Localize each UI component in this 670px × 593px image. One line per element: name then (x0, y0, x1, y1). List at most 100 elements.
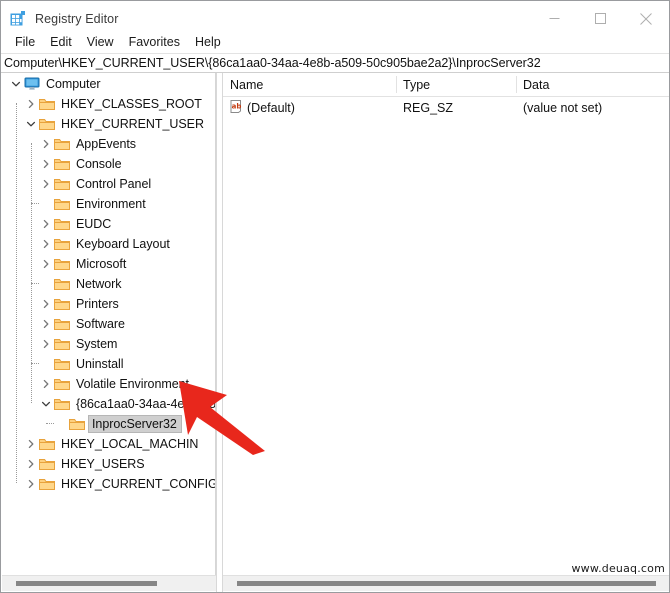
tree-connector-stub (31, 283, 39, 285)
chevron-right-icon[interactable] (38, 374, 54, 394)
column-header-type[interactable]: Type (396, 73, 516, 96)
values-scroll-thumb[interactable] (237, 581, 656, 586)
tree-item-label: InprocServer32 (88, 415, 182, 433)
table-row[interactable]: ab (Default) REG_SZ (value not set) (223, 97, 669, 118)
window-title: Registry Editor (35, 11, 119, 26)
tree-scroll-left-button[interactable] (2, 576, 14, 591)
value-name-cell[interactable]: ab (Default) (223, 97, 396, 118)
chevron-right-icon[interactable] (38, 334, 54, 354)
tree-item-label: Control Panel (76, 177, 152, 191)
chevron-down-icon[interactable] (23, 114, 39, 134)
chevron-right-icon[interactable] (23, 474, 39, 494)
tree-item-label: HKEY_CLASSES_ROOT (61, 97, 202, 111)
chevron-right-icon[interactable] (23, 454, 39, 474)
tree-item-printers[interactable]: Printers (2, 294, 215, 314)
chevron-down-icon[interactable] (8, 74, 24, 94)
tree-horizontal-scrollbar[interactable] (2, 575, 216, 591)
column-header-data[interactable]: Data (516, 73, 669, 96)
tree-item-volatile-environment[interactable]: Volatile Environment (2, 374, 215, 394)
watermark: www.deuaq.com (571, 562, 665, 575)
tree-item-hkey-users[interactable]: HKEY_USERS (2, 454, 215, 474)
tree-item-system[interactable]: System (2, 334, 215, 354)
chevron-right-icon[interactable] (23, 94, 39, 114)
chevron-right-icon[interactable] (38, 314, 54, 334)
chevron-right-icon[interactable] (38, 294, 54, 314)
tree-item-label: System (76, 337, 118, 351)
tree-item-software[interactable]: Software (2, 314, 215, 334)
tree-item-label: EUDC (76, 217, 112, 231)
chevron-right-icon[interactable] (38, 254, 54, 274)
tree-item-hkey-classes-root[interactable]: HKEY_CLASSES_ROOT (2, 94, 215, 114)
tree-item-label: Software (76, 317, 125, 331)
registry-tree: Computer HKEY_CLASSES_ROOT HKEY_CURRENT_US… (2, 73, 215, 494)
address-path: Computer\HKEY_CURRENT_USER\{86ca1aa0-34a… (4, 56, 541, 70)
tree-item-label: Network (76, 277, 122, 291)
tree-item-computer[interactable]: Computer (2, 74, 215, 94)
registry-editor-window: Registry Editor File Edit View Favorites… (0, 0, 670, 593)
value-data-cell[interactable]: (value not set) (516, 97, 669, 118)
tree-item-label: HKEY_LOCAL_MACHIN (61, 437, 199, 451)
tree-item-keyboard-layout[interactable]: Keyboard Layout (2, 234, 215, 254)
tree-connector-line (16, 103, 18, 483)
tree-item-label: Environment (76, 197, 146, 211)
tree-item-label: Microsoft (76, 257, 127, 271)
menu-item-favorites[interactable]: Favorites (122, 33, 188, 51)
tree-item-label: HKEY_CURRENT_USER (61, 117, 204, 131)
menu-bar: File Edit View Favorites Help (1, 31, 669, 53)
values-scroll-left-button[interactable] (223, 576, 235, 591)
tree-item-control-panel[interactable]: Control Panel (2, 174, 215, 194)
tree-item-label: HKEY_CURRENT_CONFIG (61, 477, 216, 491)
tree-item-hkey-local-machin[interactable]: HKEY_LOCAL_MACHIN (2, 434, 215, 454)
registry-grid-icon (10, 10, 26, 27)
chevron-right-icon[interactable] (38, 154, 54, 174)
tree-item-hkey-current-config[interactable]: HKEY_CURRENT_CONFIG (2, 474, 215, 494)
menu-item-file[interactable]: File (8, 33, 43, 51)
tree-item-microsoft[interactable]: Microsoft (2, 254, 215, 274)
tree-item-inprocserver32[interactable]: InprocServer32 (2, 414, 215, 434)
column-header-name[interactable]: Name (223, 73, 396, 96)
tree-item-label: Keyboard Layout (76, 237, 170, 251)
chevron-right-icon[interactable] (38, 234, 54, 254)
values-list-header: Name Type Data (223, 73, 669, 97)
value-type-cell[interactable]: REG_SZ (396, 97, 516, 118)
splitter-foot-left (216, 575, 217, 592)
tree-item-hkey-current-user[interactable]: HKEY_CURRENT_USER (2, 114, 215, 134)
tree-item-label: Computer (46, 77, 101, 91)
chevron-down-icon[interactable] (38, 394, 54, 414)
menu-item-view[interactable]: View (80, 33, 122, 51)
tree-connector-stub (31, 363, 39, 365)
tree-item-appevents[interactable]: AppEvents (2, 134, 215, 154)
tree-scroll-right-button[interactable] (204, 576, 216, 591)
tree-connector-stub (31, 203, 39, 205)
menu-item-help[interactable]: Help (188, 33, 229, 51)
registry-tree-pane[interactable]: Computer HKEY_CLASSES_ROOT HKEY_CURRENT_US… (2, 73, 216, 577)
tree-item-eudc[interactable]: EUDC (2, 214, 215, 234)
chevron-right-icon[interactable] (38, 134, 54, 154)
chevron-right-icon[interactable] (38, 214, 54, 234)
string-value-icon: ab (230, 99, 243, 116)
value-name-text: (Default) (247, 100, 295, 115)
tree-item-console[interactable]: Console (2, 154, 215, 174)
chevron-right-icon[interactable] (23, 434, 39, 454)
svg-text:ab: ab (232, 102, 242, 110)
tree-item-label: Volatile Environment (76, 377, 189, 391)
address-bar[interactable]: Computer\HKEY_CURRENT_USER\{86ca1aa0-34a… (1, 53, 669, 73)
menu-item-edit[interactable]: Edit (43, 33, 80, 51)
tree-item-label: Uninstall (76, 357, 124, 371)
values-horizontal-scrollbar[interactable] (223, 575, 669, 591)
registry-values-pane[interactable]: Name Type Data ab (Default) REG_SZ (valu… (223, 73, 669, 577)
pane-splitter[interactable] (216, 73, 223, 592)
tree-scroll-thumb[interactable] (16, 581, 157, 586)
tree-item-label: Printers (76, 297, 119, 311)
chevron-right-icon[interactable] (38, 174, 54, 194)
tree-item-86ca1aa0-34aa-4e8b-a509-5[interactable]: {86ca1aa0-34aa-4e8b-a509-5 (2, 394, 215, 414)
values-scroll-right-button[interactable] (658, 576, 669, 591)
